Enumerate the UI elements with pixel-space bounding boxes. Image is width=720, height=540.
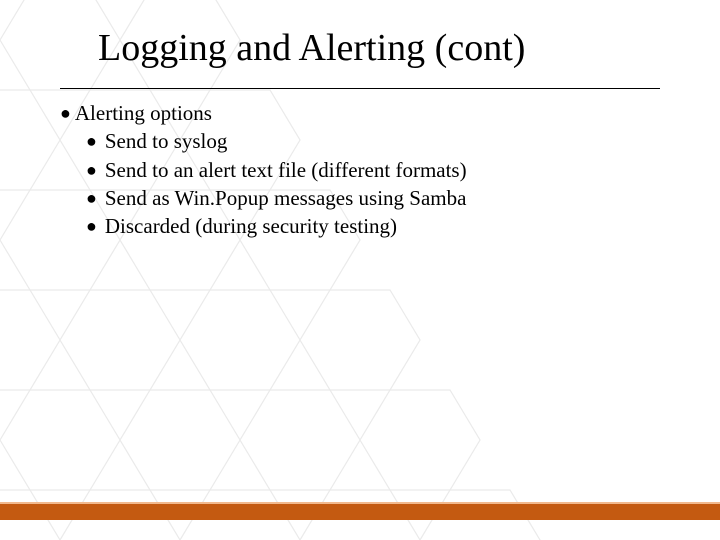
bullet-level2: ● Send to syslog xyxy=(86,127,680,155)
bullet-icon: ● xyxy=(86,161,97,179)
bullet-text: Send to an alert text file (different fo… xyxy=(105,156,467,184)
bullet-level2: ● Discarded (during security testing) xyxy=(86,212,680,240)
bullet-level2: ● Send to an alert text file (different … xyxy=(86,156,680,184)
slide-title: Logging and Alerting (cont) xyxy=(0,0,720,70)
bullet-level1: ● Alerting options xyxy=(60,99,680,127)
bullet-icon: ● xyxy=(86,217,97,235)
bullet-text: Send to syslog xyxy=(105,127,228,155)
slide: Logging and Alerting (cont) ● Alerting o… xyxy=(0,0,720,540)
bullet-icon: ● xyxy=(86,189,97,207)
footer-accent-bar xyxy=(0,502,720,520)
bullet-icon: ● xyxy=(60,104,71,122)
slide-body: ● Alerting options ● Send to syslog ● Se… xyxy=(0,89,720,241)
bullet-level2: ● Send as Win.Popup messages using Samba xyxy=(86,184,680,212)
bullet-text: Alerting options xyxy=(75,99,212,127)
bullet-icon: ● xyxy=(86,132,97,150)
bullet-text: Discarded (during security testing) xyxy=(105,212,397,240)
bullet-text: Send as Win.Popup messages using Samba xyxy=(105,184,467,212)
